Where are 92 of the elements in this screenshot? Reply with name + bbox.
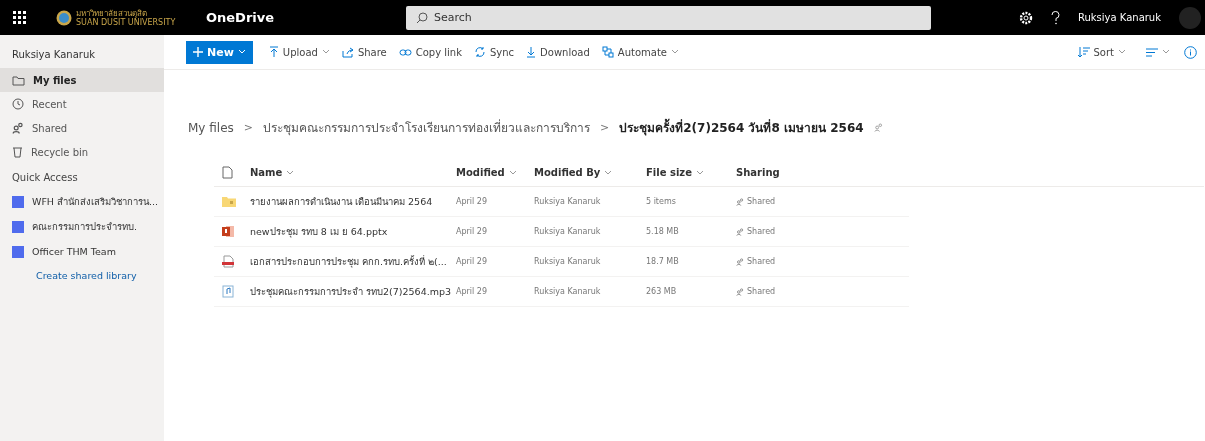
- share-icon: [341, 46, 354, 58]
- file-name[interactable]: รายงานผลการดำเนินงาน เดือนมีนาคม 2564: [250, 194, 456, 209]
- table-cell-text: 5.18 MB: [646, 227, 680, 236]
- university-logo-icon: [56, 9, 72, 26]
- sharing-label: Shared: [747, 197, 776, 206]
- flow-icon: [601, 46, 614, 58]
- sync-icon: [474, 46, 486, 58]
- sidebar-item-label: My files: [33, 74, 77, 86]
- sidebar-item[interactable]: Shared: [0, 116, 164, 140]
- people-icon: [736, 227, 744, 236]
- chevron-down-icon: [1118, 49, 1126, 55]
- quick-access-heading: Quick Access: [11, 171, 79, 185]
- quick-access-item[interactable]: คณะกรรมการประจำรทบ.: [0, 214, 164, 239]
- table-cell-text: Ruksiya Kanaruk: [534, 227, 602, 236]
- link-icon: [398, 47, 412, 57]
- table-cell-text: 18.7 MB: [646, 257, 680, 266]
- command-button[interactable]: Automate: [595, 46, 685, 58]
- command-button[interactable]: Download: [520, 46, 596, 58]
- people-icon: [12, 122, 24, 134]
- column-header[interactable]: Sharing: [736, 167, 836, 178]
- chevron-down-icon: [237, 49, 246, 55]
- table-cell-text: April 29: [456, 287, 488, 296]
- column-header[interactable]: Modified: [456, 167, 534, 178]
- sidebar-item[interactable]: Recent: [0, 92, 164, 116]
- app-launcher-icon[interactable]: [13, 11, 26, 24]
- chevron-down-icon: [1162, 49, 1170, 55]
- table-cell-text: April 29: [456, 227, 488, 236]
- quick-access-item[interactable]: Officer THM Team: [0, 239, 164, 264]
- people-icon: [736, 287, 744, 296]
- upload-icon: [268, 46, 279, 58]
- settings-icon[interactable]: [1018, 10, 1033, 25]
- table-cell-text: 5 items: [646, 197, 677, 206]
- table-cell-text: Ruksiya Kanaruk: [534, 197, 602, 206]
- breadcrumb-separator: >: [243, 121, 253, 134]
- search-field[interactable]: Search: [406, 5, 931, 30]
- column-header[interactable]: Modified By: [534, 167, 646, 178]
- file-name[interactable]: ประชุมคณะกรรมการประจำ รทบ2(7)2564.mp3: [250, 284, 456, 299]
- new-button[interactable]: New: [186, 40, 253, 64]
- people-icon: [873, 123, 883, 132]
- table-cell-text: Ruksiya Kanaruk: [534, 257, 602, 266]
- sort-button[interactable]: Sort: [1071, 46, 1132, 58]
- user-name[interactable]: Ruksiya Kanaruk: [1077, 12, 1161, 23]
- logo-text: มหาวิทยาลัยสวนดุสิต: [76, 8, 148, 18]
- pdf-icon: [222, 255, 234, 268]
- breadcrumb-separator: >: [600, 121, 610, 134]
- powerpoint-icon: [222, 225, 235, 238]
- quick-access-label: คณะกรรมการประจำรทบ.: [32, 220, 138, 234]
- file-name[interactable]: เอกสารประกอบการประชุม คกก.รทบ.ครั้งที่ ๒(...: [250, 254, 456, 269]
- sidebar-item[interactable]: Recycle bin: [0, 140, 164, 164]
- sharing-label: Shared: [747, 257, 776, 266]
- table-cell-text: April 29: [456, 257, 488, 266]
- list-view-icon: [1146, 47, 1158, 57]
- search-icon: [416, 11, 428, 24]
- sidebar-item-label: Recent: [32, 98, 67, 110]
- sidebar-item[interactable]: My files: [0, 68, 164, 92]
- download-icon: [526, 46, 537, 58]
- recycle-bin-icon: [12, 146, 23, 158]
- sharing-label: Shared: [747, 287, 776, 296]
- command-button[interactable]: Upload: [262, 46, 336, 58]
- command-button[interactable]: Copy link: [392, 46, 468, 58]
- quick-access-label: Officer THM Team: [32, 246, 116, 257]
- sidebar-item-label: Recycle bin: [31, 146, 89, 158]
- people-icon: [736, 197, 744, 206]
- folder-icon: [12, 74, 25, 86]
- file-type-icon: [222, 166, 233, 179]
- command-button[interactable]: Sync: [468, 46, 521, 58]
- table-cell-text: Ruksiya Kanaruk: [534, 287, 602, 296]
- sidebar-item-label: Shared: [32, 122, 68, 134]
- app-name[interactable]: OneDrive: [206, 10, 406, 25]
- info-icon[interactable]: [1184, 45, 1197, 59]
- clock-icon: [12, 98, 24, 110]
- breadcrumb-item[interactable]: ประชุมครั้งที่2(7)2564 วันที่8 เมษายน 2564: [619, 118, 864, 137]
- breadcrumb-item[interactable]: My files: [188, 120, 234, 135]
- column-header[interactable]: File size: [646, 167, 736, 178]
- quick-access-item[interactable]: WFH สำนักส่งเสริมวิชาการน...: [0, 189, 164, 214]
- table-cell-text: 263 MB: [646, 287, 678, 296]
- sidebar-user-name: Ruksiya Kanaruk: [11, 48, 97, 62]
- people-icon: [736, 257, 744, 266]
- command-button[interactable]: Share: [335, 46, 393, 58]
- breadcrumb-item[interactable]: ประชุมคณะกรรมการประจำโรงเรียนการท่องเที่ยวและการบริการ: [263, 118, 590, 137]
- create-library-link[interactable]: Create shared library: [0, 264, 164, 281]
- table-cell-text: April 29: [456, 197, 488, 206]
- column-header[interactable]: Name: [250, 167, 456, 178]
- folder-icon: [222, 196, 236, 207]
- sort-icon: [1077, 46, 1090, 58]
- logo-subtext: SUAN DUSIT UNIVERSITY: [76, 17, 176, 27]
- file-name[interactable]: newประชุม รทบ 8 เม ย 64.pptx: [250, 224, 456, 239]
- quick-access-label: WFH สำนักส่งเสริมวิชาการน...: [32, 195, 159, 209]
- plus-icon: [193, 47, 203, 57]
- sharing-label: Shared: [747, 227, 776, 236]
- help-icon[interactable]: [1050, 10, 1060, 25]
- audio-file-icon: [222, 285, 234, 298]
